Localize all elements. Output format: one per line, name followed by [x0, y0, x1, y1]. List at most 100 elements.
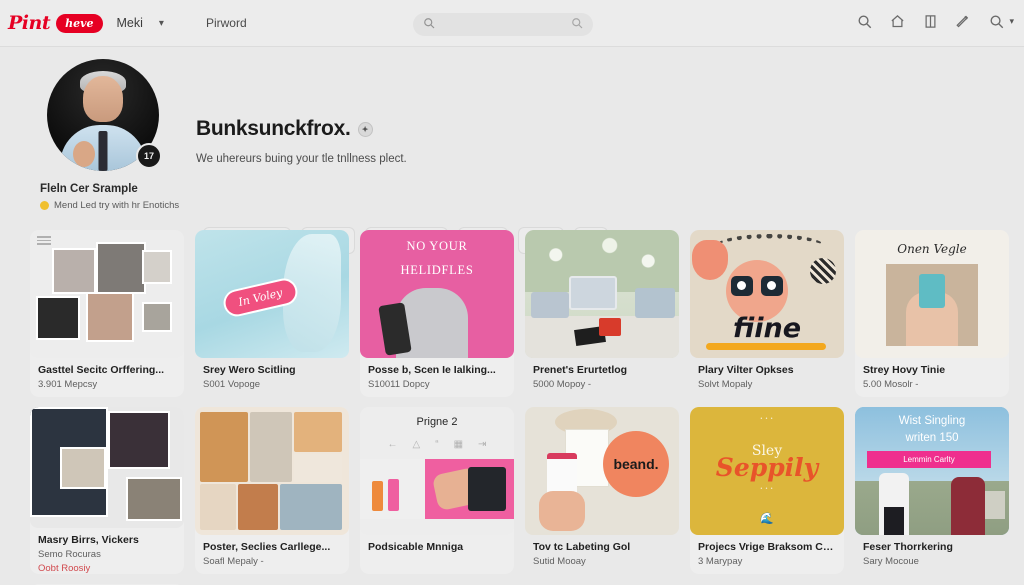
card-overlay-line1: NO YOUR [406, 239, 468, 253]
card-overlay-text: Onen Vegle [897, 242, 967, 256]
card-title: Masry Birrs, Vickers [38, 534, 139, 546]
search-icon [423, 16, 435, 34]
card-meta: Srey Wero Scitling S001 Vopoge [195, 358, 349, 390]
pinterest-logo: Pint [8, 12, 51, 34]
bottles-panel [360, 459, 425, 519]
card-title: Gasttel Secitc Orffering... [38, 364, 165, 376]
avatar-wrapper[interactable]: 17 [47, 59, 162, 171]
grid-card[interactable]: beand. Tov tc Labeting Gol Sutid Mooay [525, 407, 679, 574]
card-title: Srey Wero Scitling [203, 364, 296, 376]
chain-shape [716, 234, 824, 258]
card-overlay-line2: Seppily [715, 452, 819, 482]
card-meta: Strey Hovy Tinie 5.00 Mosolr - [855, 358, 1009, 390]
card-thumbnail: beand. [525, 407, 679, 535]
card-title: Projecs Vrige Braksom Corl... [698, 541, 836, 553]
home-icon[interactable] [890, 14, 905, 29]
card-thumbnail: • • • Sley Seppily • • • 🌊 [690, 407, 844, 535]
nav-link-secondary[interactable]: Pirword [206, 16, 247, 30]
book-icon[interactable] [923, 14, 938, 29]
search-icon-right[interactable] [571, 16, 583, 34]
grid-card[interactable]: Poster, Seclies Carllege... Soafl Mepaly… [195, 407, 349, 574]
sticker-emoji-icon: 🌊 [760, 513, 774, 525]
search-icon[interactable] [857, 14, 872, 29]
card-subtitle: Sary Mocoue [863, 556, 919, 567]
avatar-tie [98, 131, 108, 171]
card-thumbnail [195, 407, 349, 535]
pencil-icon[interactable] [956, 14, 971, 29]
grid-card[interactable]: Onen Vegle Strey Hovy Tinie 5.00 Mosolr … [855, 230, 1009, 397]
grid-card[interactable]: Masry Birrs, Vickers Semo Rocuras Oobt R… [30, 407, 184, 574]
card-title: Poster, Seclies Carllege... [203, 541, 331, 553]
card-meta: Plary Vilter Opkses Solvt Mopaly [690, 358, 844, 390]
monitor-shape [569, 276, 617, 310]
grid-card[interactable]: NO YOUR HELIDFLES Posse b, Scen Ie Ialki… [360, 230, 514, 397]
card-subtitle: 3 Marypay [698, 556, 743, 567]
can-shape [919, 274, 945, 308]
card-overlay-text: beand. [603, 431, 669, 497]
page-subtitle: We uhereurs buing your tle tnllness plec… [196, 153, 407, 165]
menu-icon[interactable] [37, 236, 51, 245]
hands-panel [424, 459, 514, 519]
grid-card[interactable]: • • • Sley Seppily • • • 🌊 Projecs Vrige… [690, 407, 844, 574]
search-dropdown-icon[interactable] [989, 14, 1004, 29]
card-subtitle-alt: Oobt Roosiy [38, 563, 91, 574]
grid-card[interactable]: fiine Plary Vilter Opkses Solvt Mopaly [690, 230, 844, 397]
avatar-count-badge: 17 [136, 143, 162, 169]
card-subtitle: Semo Rocuras [38, 549, 101, 560]
card-thumbnail [525, 230, 679, 358]
card-overlay-line2: writen 150 [905, 432, 959, 444]
brand-logo-group[interactable]: Pint heve [8, 12, 103, 34]
back-arrow-icon[interactable]: ← [388, 439, 398, 450]
text-tool-icon[interactable]: △ [413, 439, 421, 450]
verified-badge-icon: ✦ [357, 121, 373, 137]
top-navigation-bar: Pint heve Meki ▾ Pirword ▾ [0, 0, 1024, 47]
card-subtitle: Sutid Mooay [533, 556, 586, 567]
chevron-down-icon-right[interactable]: ▾ [1009, 16, 1014, 27]
grid-card[interactable]: Wist Singling writen 150 Lemmin Carlty F… [855, 407, 1009, 574]
card-title: Feser Thorrkering [863, 541, 953, 553]
card-overlay-text: fiine [732, 313, 802, 344]
profile-username: Fleln Cer Srample [40, 183, 138, 195]
card-meta: Feser Thorrkering Sary Mocoue [855, 535, 1009, 567]
card-meta: Podsicable Mnniga [360, 535, 514, 556]
bottle-orange-shape [372, 481, 383, 511]
forward-icon[interactable]: ⇥ [478, 439, 486, 450]
person-shape-left [879, 473, 909, 535]
card-subtitle: 5000 Mopoy - [533, 379, 592, 390]
sticker-eye-shape [692, 240, 728, 280]
grid-card[interactable]: Prigne 2 ← △ “ ▦ ⇥ Podsicable Mnniga [360, 407, 514, 574]
card-subtitle: 3.901 Mepcsy [38, 379, 98, 390]
card-meta: Prenet's Erurtetlog 5000 Mopoy - [525, 358, 679, 390]
card-subtitle: Soafl Mepaly - [203, 556, 264, 567]
avatar-hand [73, 141, 95, 167]
grid-card[interactable]: In Voley Srey Wero Scitling S001 Vopoge [195, 230, 349, 397]
card-thumbnail: NO YOUR HELIDFLES [360, 230, 514, 358]
card-inner-image [886, 264, 978, 346]
profile-status: Mend Led try with hr Enotichs [40, 200, 179, 211]
card-title: Plary Vilter Opkses [698, 364, 794, 376]
nav-menu-label[interactable]: Meki [117, 16, 143, 30]
card-title: Strey Hovy Tinie [863, 364, 946, 376]
striped-ball-shape [810, 258, 836, 284]
grid-card[interactable]: Gasttel Secitc Orffering... 3.901 Mepcsy [30, 230, 184, 397]
card-subtitle: Solvt Mopaly [698, 379, 753, 390]
card-title: Tov tc Labeting Gol [533, 541, 631, 553]
card-overlay-line2: HELIDFLES [400, 263, 474, 277]
image-icon[interactable]: ▦ [454, 439, 463, 450]
chevron-down-icon[interactable]: ▾ [159, 18, 164, 29]
card-title: Posse b, Scen Ie Ialking... [368, 364, 496, 376]
profile-header: 17 Fleln Cer Srample Mend Led try with h… [0, 47, 1024, 254]
status-dot-icon [40, 201, 49, 210]
glasses-icon [731, 276, 783, 296]
quote-icon[interactable]: “ [435, 439, 438, 450]
search-input[interactable] [413, 13, 593, 36]
page-title-text: Bunksunckfrox. [196, 117, 351, 140]
toolbar-icons: ← △ “ ▦ ⇥ [388, 439, 487, 450]
grid-card[interactable]: Prenet's Erurtetlog 5000 Mopoy - [525, 230, 679, 397]
panel-strip [360, 459, 514, 519]
card-overlay-text: Prigne 2 [416, 416, 458, 428]
card-thumbnail: Prigne 2 ← △ “ ▦ ⇥ [360, 407, 514, 535]
card-meta: Masry Birrs, Vickers Semo Rocuras Oobt R… [30, 528, 184, 574]
orange-band-shape [706, 343, 826, 350]
person-shape-right [951, 477, 985, 535]
